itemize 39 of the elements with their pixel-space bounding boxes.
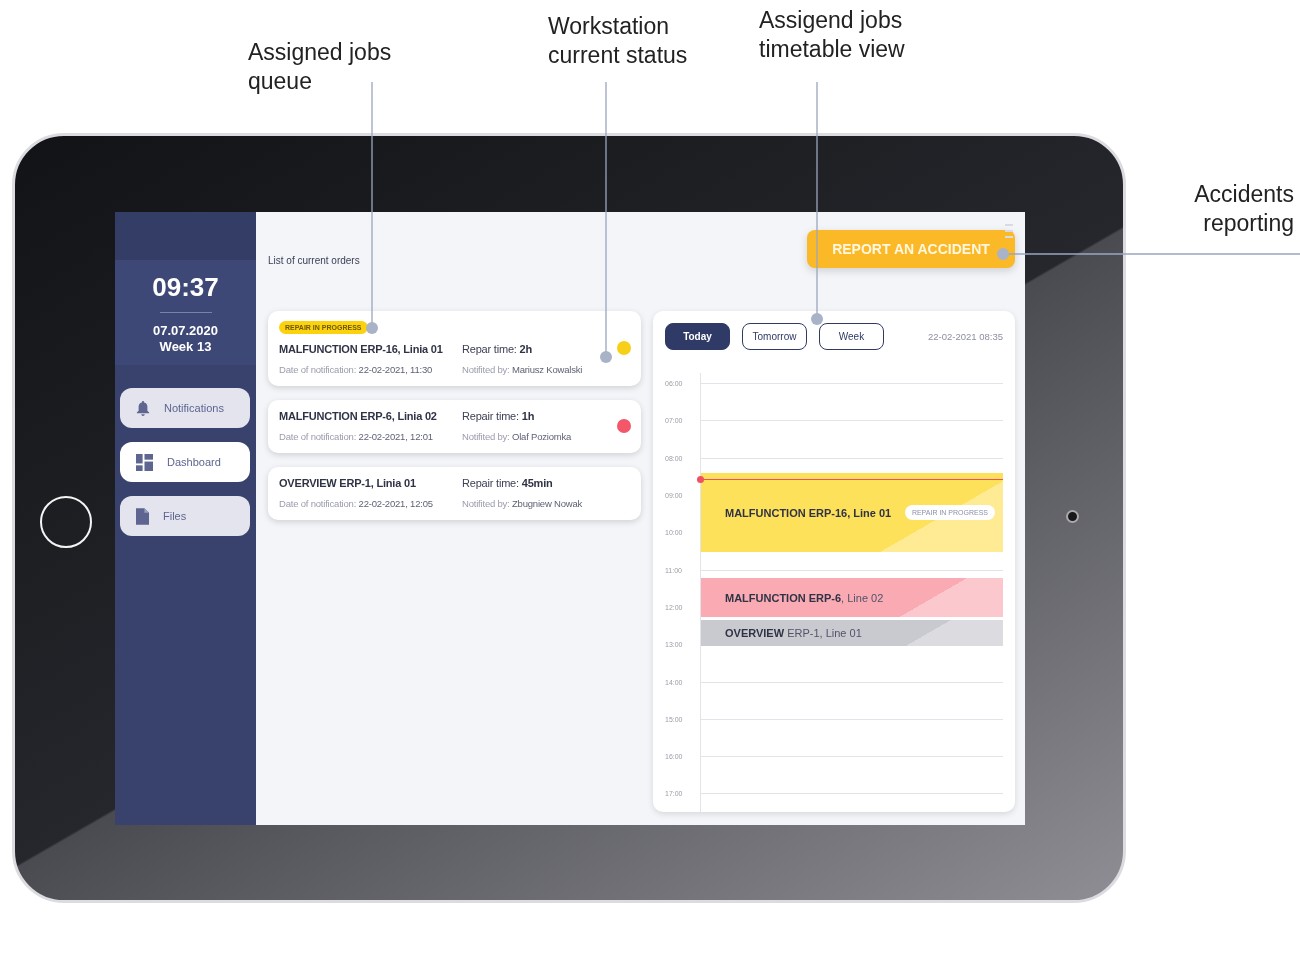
notification-date: Date of notification: 22-02-2021, 11:30 [279,364,434,375]
repair-time: Repar time: 2h [462,343,532,355]
nav-button[interactable]: Dashboard [120,442,250,482]
notified-by: Notifited by: Olaf Poziomka [462,431,572,442]
calendar-event[interactable]: OVERVIEW ERP-1, Line 01 [701,620,1003,646]
annotation-text: Workstation current status [548,12,688,70]
order-card[interactable]: MALFUNCTION ERP-6, Linia 02 Repair time: 1h Date of notification: 22-02-2021, 12:01 Notifited by: Olaf Poziomka [268,400,641,453]
event-title: OVERVIEW ERP-1, Line 01 [725,627,862,639]
annotation-text: Assigned jobs queue [248,38,392,96]
view-tab[interactable]: Week [819,323,884,350]
bell-icon [136,400,150,416]
event-title: MALFUNCTION ERP-6, Line 02 [725,591,884,604]
order-card[interactable]: OVERVIEW ERP-1, Linia 01 Repair time: 45min Date of notification: 22-02-2021, 12:05 Notifited by: Zbugniew Nowak [268,467,641,520]
nav-button[interactable]: Files [120,496,250,536]
notified-by: Notifited by: Mariusz Kowalski [462,364,583,375]
list-title: List of current orders [268,255,360,266]
notification-date: Date of notification: 22-02-2021, 12:05 [279,498,434,509]
order-title: OVERVIEW ERP-1, Linia 01 [279,477,417,489]
repair-time: Repair time: 1h [462,410,535,422]
date-text: 07.07.2020 [152,323,219,339]
home-button[interactable] [40,496,92,548]
repair-time: Repair time: 45min [462,477,553,489]
view-tab[interactable]: Tomorrow [742,323,807,350]
camera-icon [1066,510,1079,523]
clock-time: 09:37 [152,272,219,303]
dashboard-icon [136,453,153,471]
notified-by: Notifited by: Zbugniew Nowak [462,498,583,509]
order-title: MALFUNCTION ERP-16, Linia 01 [279,343,444,355]
nav-button[interactable]: Notifications [120,388,250,428]
annotation-text: Assigend jobs timetable view [759,6,905,64]
notification-date: Date of notification: 22-02-2021, 12:01 [279,431,434,442]
annotation-text: Accidents reporting [1194,180,1294,238]
order-title: MALFUNCTION ERP-6, Linia 02 [279,410,438,422]
current-datetime: 22-02-2021 08:35 [928,331,1003,342]
calendar-event[interactable]: MALFUNCTION ERP-6, Line 02 [701,578,1003,617]
week-text: Week 13 [159,339,212,355]
view-tab[interactable]: Today [665,323,730,350]
file-icon [136,507,149,525]
event-title: MALFUNCTION ERP-16, Line 01 [725,506,892,519]
